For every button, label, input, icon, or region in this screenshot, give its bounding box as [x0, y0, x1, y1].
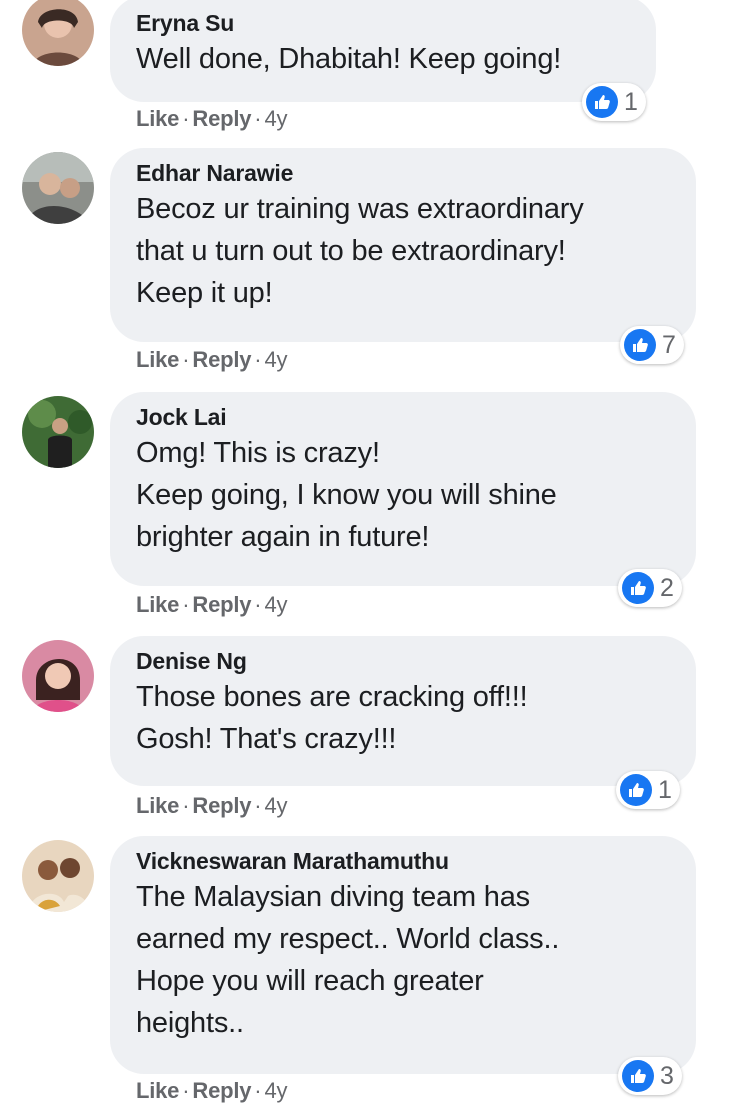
comment-actions: Like · Reply · 4y	[136, 1076, 287, 1106]
comment-text: The Malaysian diving team has earned my …	[136, 881, 560, 1039]
comment-text: Omg! This is crazy! Keep going, I know y…	[136, 437, 557, 553]
comment-bubble: Denise Ng Those bones are cracking off!!…	[110, 636, 696, 786]
reaction-count: 3	[660, 1062, 674, 1090]
reaction-count: 7	[662, 331, 676, 359]
reaction-count: 1	[658, 776, 672, 804]
comment-bubble: Vickneswaran Marathamuthu The Malaysian …	[110, 836, 696, 1074]
comment-actions: Like · Reply · 4y	[136, 791, 287, 821]
comment-actions: Like · Reply · 4y	[136, 345, 287, 375]
reactions-badge[interactable]: 1	[616, 771, 680, 809]
comment-author[interactable]: Denise Ng	[136, 646, 670, 676]
separator: ·	[254, 1078, 262, 1103]
reply-button[interactable]: Reply	[192, 592, 251, 617]
reply-button[interactable]: Reply	[192, 347, 251, 372]
reactions-badge[interactable]: 1	[582, 83, 646, 121]
comment-item: Edhar Narawie Becoz ur training was extr…	[0, 148, 750, 388]
reaction-count: 2	[660, 574, 674, 602]
reply-button[interactable]: Reply	[192, 1078, 251, 1103]
comment-bubble: Edhar Narawie Becoz ur training was extr…	[110, 148, 696, 342]
comment-author[interactable]: Vickneswaran Marathamuthu	[136, 846, 670, 876]
like-button[interactable]: Like	[136, 592, 179, 617]
like-button[interactable]: Like	[136, 347, 179, 372]
like-icon	[622, 1060, 654, 1092]
separator: ·	[254, 106, 262, 131]
comment-actions: Like · Reply · 4y	[136, 104, 287, 134]
comment-author[interactable]: Edhar Narawie	[136, 158, 670, 188]
like-button[interactable]: Like	[136, 793, 179, 818]
comment-text: Those bones are cracking off!!! Gosh! Th…	[136, 681, 528, 755]
reply-button[interactable]: Reply	[192, 106, 251, 131]
reaction-count: 1	[624, 88, 638, 116]
reactions-badge[interactable]: 7	[620, 326, 684, 364]
avatar[interactable]	[22, 0, 94, 66]
comment-text: Becoz ur training was extraordinary that…	[136, 193, 584, 309]
comment-text: Well done, Dhabitah! Keep going!	[136, 43, 562, 75]
separator: ·	[254, 592, 262, 617]
comment-age[interactable]: 4y	[264, 1078, 287, 1103]
comment-actions: Like · Reply · 4y	[136, 590, 287, 620]
like-icon	[622, 572, 654, 604]
comment-age[interactable]: 4y	[264, 106, 287, 131]
like-icon	[620, 774, 652, 806]
avatar[interactable]	[22, 152, 94, 224]
avatar[interactable]	[22, 396, 94, 468]
reactions-badge[interactable]: 3	[618, 1057, 682, 1095]
separator: ·	[182, 347, 190, 372]
separator: ·	[254, 793, 262, 818]
comment-item: Denise Ng Those bones are cracking off!!…	[0, 636, 750, 826]
comment-age[interactable]: 4y	[264, 793, 287, 818]
separator: ·	[182, 106, 190, 131]
reactions-badge[interactable]: 2	[618, 569, 682, 607]
separator: ·	[182, 793, 190, 818]
comment-item: Vickneswaran Marathamuthu The Malaysian …	[0, 836, 750, 1109]
reply-button[interactable]: Reply	[192, 793, 251, 818]
like-button[interactable]: Like	[136, 106, 179, 131]
avatar[interactable]	[22, 840, 94, 912]
comment-item: Jock Lai Omg! This is crazy! Keep going,…	[0, 392, 750, 632]
like-icon	[624, 329, 656, 361]
comment-bubble: Eryna Su Well done, Dhabitah! Keep going…	[110, 0, 656, 102]
comment-author[interactable]: Eryna Su	[136, 8, 630, 38]
comment-bubble: Jock Lai Omg! This is crazy! Keep going,…	[110, 392, 696, 586]
like-icon	[586, 86, 618, 118]
comment-age[interactable]: 4y	[264, 592, 287, 617]
comment-item: Eryna Su Well done, Dhabitah! Keep going…	[0, 0, 750, 140]
separator: ·	[182, 592, 190, 617]
comment-age[interactable]: 4y	[264, 347, 287, 372]
separator: ·	[254, 347, 262, 372]
comment-author[interactable]: Jock Lai	[136, 402, 670, 432]
separator: ·	[182, 1078, 190, 1103]
like-button[interactable]: Like	[136, 1078, 179, 1103]
avatar[interactable]	[22, 640, 94, 712]
